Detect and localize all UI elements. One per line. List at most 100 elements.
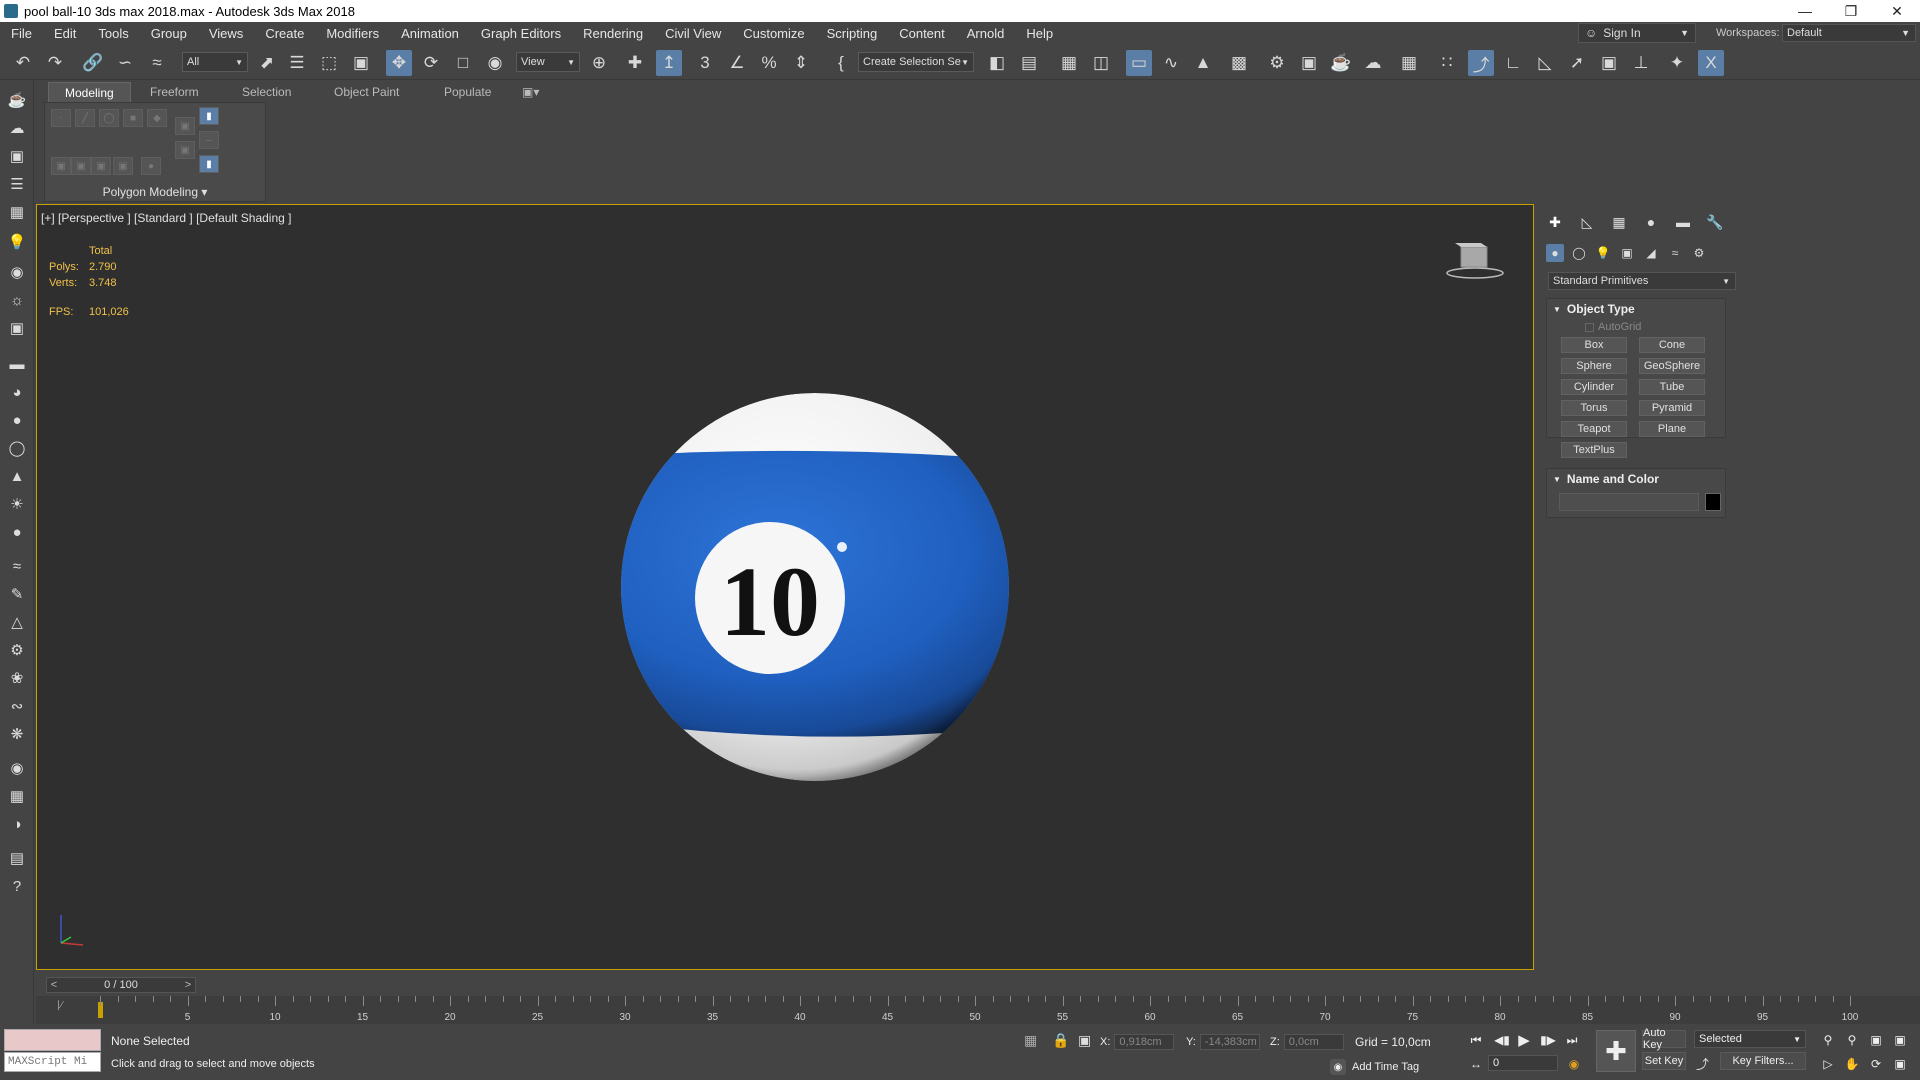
named-selection-set-select[interactable]: Create Selection Se ▼ bbox=[858, 52, 974, 72]
bind-space-warp-icon[interactable]: ≈ bbox=[144, 50, 170, 76]
menu-rendering[interactable]: Rendering bbox=[572, 26, 654, 41]
create-tab-icon[interactable]: ✚ bbox=[1544, 212, 1566, 232]
systems-icon[interactable]: ⚙ bbox=[1690, 244, 1708, 262]
ribbon-options-icon[interactable]: ▣▾ bbox=[522, 82, 539, 102]
set-keys-button[interactable]: ✚ bbox=[1596, 1030, 1636, 1072]
zoom-all-icon[interactable]: ⚲ bbox=[1842, 1030, 1862, 1050]
show-end-result-icon[interactable]: ▣ bbox=[175, 141, 195, 159]
maxscript-mini-listener[interactable]: MAXScript Mi bbox=[4, 1052, 101, 1072]
snaps-toggle-icon[interactable]: 3 bbox=[692, 50, 718, 76]
rect-selection-region-icon[interactable]: ⬚ bbox=[316, 50, 342, 76]
pyramid-button[interactable]: Pyramid bbox=[1639, 400, 1705, 416]
globe-icon[interactable]: ◉ bbox=[5, 756, 29, 780]
x-field[interactable]: 0,918cm bbox=[1114, 1034, 1175, 1050]
polygon-icon[interactable]: ■ bbox=[123, 109, 143, 127]
pan-view-icon[interactable]: ✋ bbox=[1842, 1054, 1862, 1074]
element-icon[interactable]: ◆ bbox=[147, 109, 167, 127]
next-frame-icon[interactable]: ▮▶ bbox=[1538, 1030, 1558, 1050]
collapse-icon[interactable]: ▣ bbox=[91, 157, 111, 175]
video-icon[interactable]: ▣ bbox=[5, 316, 29, 340]
plane-icon[interactable]: ▬ bbox=[5, 352, 29, 376]
workspace-select[interactable]: Default ▼ bbox=[1782, 24, 1916, 42]
menu-scripting[interactable]: Scripting bbox=[816, 26, 889, 41]
display-tab-icon[interactable]: ▬ bbox=[1672, 212, 1694, 232]
camera-icon[interactable]: ◉ bbox=[5, 260, 29, 284]
select-object-icon[interactable]: ⬈ bbox=[254, 50, 280, 76]
add-time-tag[interactable]: ◉ Add Time Tag bbox=[1330, 1059, 1419, 1075]
modify-tab-icon[interactable]: ◺ bbox=[1576, 212, 1598, 232]
polygon-modeling-label[interactable]: Polygon Modeling ▾ bbox=[45, 185, 265, 199]
utilities-tab-icon[interactable]: 🔧 bbox=[1704, 212, 1726, 232]
sign-in-dropdown[interactable]: ☺ Sign In ▼ bbox=[1578, 23, 1696, 43]
play-icon[interactable]: ▶ bbox=[1514, 1030, 1534, 1050]
hierarchy-tab-icon[interactable]: ▦ bbox=[1608, 212, 1630, 232]
teapot-icon[interactable]: ☕ bbox=[5, 88, 29, 112]
spiral-icon[interactable]: ❋ bbox=[5, 722, 29, 746]
cylinder-icon[interactable]: ◯ bbox=[5, 436, 29, 460]
shape-icon[interactable]: △ bbox=[5, 610, 29, 634]
menu-modifiers[interactable]: Modifiers bbox=[315, 26, 390, 41]
align-icon[interactable]: ▤ bbox=[1016, 50, 1042, 76]
menu-file[interactable]: File bbox=[0, 26, 43, 41]
tab-freeform[interactable]: Freeform bbox=[150, 82, 199, 102]
menu-content[interactable]: Content bbox=[888, 26, 956, 41]
tab-selection[interactable]: Selection bbox=[242, 82, 291, 102]
hair-icon[interactable]: ≈ bbox=[5, 554, 29, 578]
manipulate-icon[interactable]: ✚ bbox=[622, 50, 648, 76]
selection-lock-icon[interactable]: 🔒 bbox=[1052, 1032, 1069, 1049]
ear-icon[interactable]: ☼ bbox=[5, 288, 29, 312]
render-production-icon[interactable]: ☕ bbox=[1328, 50, 1354, 76]
schematic-view-icon[interactable]: ▲ bbox=[1190, 50, 1216, 76]
help-icon[interactable]: ? bbox=[5, 874, 29, 898]
close-button[interactable]: ✕ bbox=[1874, 0, 1920, 22]
dome-icon[interactable]: ◕ bbox=[5, 380, 29, 404]
sphere-button[interactable]: Sphere bbox=[1561, 358, 1627, 374]
window-crossing-icon[interactable]: ▣ bbox=[348, 50, 374, 76]
menu-customize[interactable]: Customize bbox=[732, 26, 815, 41]
cone-icon[interactable]: ▲ bbox=[5, 464, 29, 488]
named-selection-icon[interactable]: { bbox=[828, 50, 854, 76]
autogrid-checkbox[interactable]: AutoGrid bbox=[1585, 321, 1641, 333]
snap-vertex-icon[interactable]: ⤴ bbox=[1468, 50, 1494, 76]
material-editor-icon[interactable]: ▩ bbox=[1226, 50, 1252, 76]
select-by-name-icon[interactable]: ☰ bbox=[284, 50, 310, 76]
y-field[interactable]: -14,383cm bbox=[1199, 1034, 1260, 1050]
render-icon[interactable]: ▦ bbox=[5, 784, 29, 808]
snap-perpendicular-icon[interactable]: ⊥ bbox=[1628, 50, 1654, 76]
spinner-snap-icon[interactable]: ⇕ bbox=[788, 50, 814, 76]
geosphere-button[interactable]: GeoSphere bbox=[1639, 358, 1705, 374]
tab-populate[interactable]: Populate bbox=[444, 82, 491, 102]
lights-icon[interactable]: 💡 bbox=[1594, 244, 1612, 262]
time-slider-thumb[interactable]: < 0 / 100 > bbox=[46, 977, 196, 993]
light-icon[interactable]: 💡 bbox=[5, 230, 29, 254]
paint-icon[interactable]: ✎ bbox=[5, 582, 29, 606]
shapes-icon[interactable]: ◯ bbox=[1570, 244, 1588, 262]
dot-icon[interactable]: ● bbox=[141, 157, 161, 175]
key-tangent-icon[interactable]: ⤴ bbox=[1696, 1054, 1709, 1073]
object-color-swatch[interactable] bbox=[1705, 493, 1721, 511]
unlink-icon[interactable]: ∽ bbox=[112, 50, 138, 76]
show-cage-icon[interactable]: ▮ bbox=[199, 155, 219, 173]
orb-icon[interactable]: ● bbox=[5, 520, 29, 544]
menu-graph-editors[interactable]: Graph Editors bbox=[470, 26, 572, 41]
maxscript-listener[interactable] bbox=[4, 1029, 101, 1051]
menu-group[interactable]: Group bbox=[140, 26, 198, 41]
menu-views[interactable]: Views bbox=[198, 26, 254, 41]
link-icon[interactable]: 🔗 bbox=[80, 50, 106, 76]
border-icon[interactable]: ◯ bbox=[99, 109, 119, 127]
render-setup-icon[interactable]: ⚙ bbox=[1264, 50, 1290, 76]
helpers-icon[interactable]: ◢ bbox=[1642, 244, 1660, 262]
auto-key-button[interactable]: Auto Key bbox=[1642, 1027, 1686, 1051]
tab-modeling[interactable]: Modeling bbox=[48, 82, 131, 102]
snap-pivot-icon[interactable]: ➚ bbox=[1564, 50, 1590, 76]
scene-explorer-icon[interactable]: ▦ bbox=[1056, 50, 1082, 76]
select-and-scale-icon[interactable]: □ bbox=[450, 50, 476, 76]
object-name-field[interactable] bbox=[1559, 493, 1699, 511]
isolate-selection-icon[interactable]: ▦ bbox=[1024, 1032, 1037, 1049]
sphere-icon[interactable]: ● bbox=[5, 408, 29, 432]
orbit-icon[interactable]: ⟳ bbox=[1866, 1054, 1886, 1074]
minimize-button[interactable]: — bbox=[1782, 0, 1828, 22]
rendered-frame-window-icon[interactable]: ▣ bbox=[1296, 50, 1322, 76]
previous-frame-icon[interactable]: ◀▮ bbox=[1492, 1030, 1512, 1050]
layer-explorer-icon[interactable]: ◫ bbox=[1088, 50, 1114, 76]
